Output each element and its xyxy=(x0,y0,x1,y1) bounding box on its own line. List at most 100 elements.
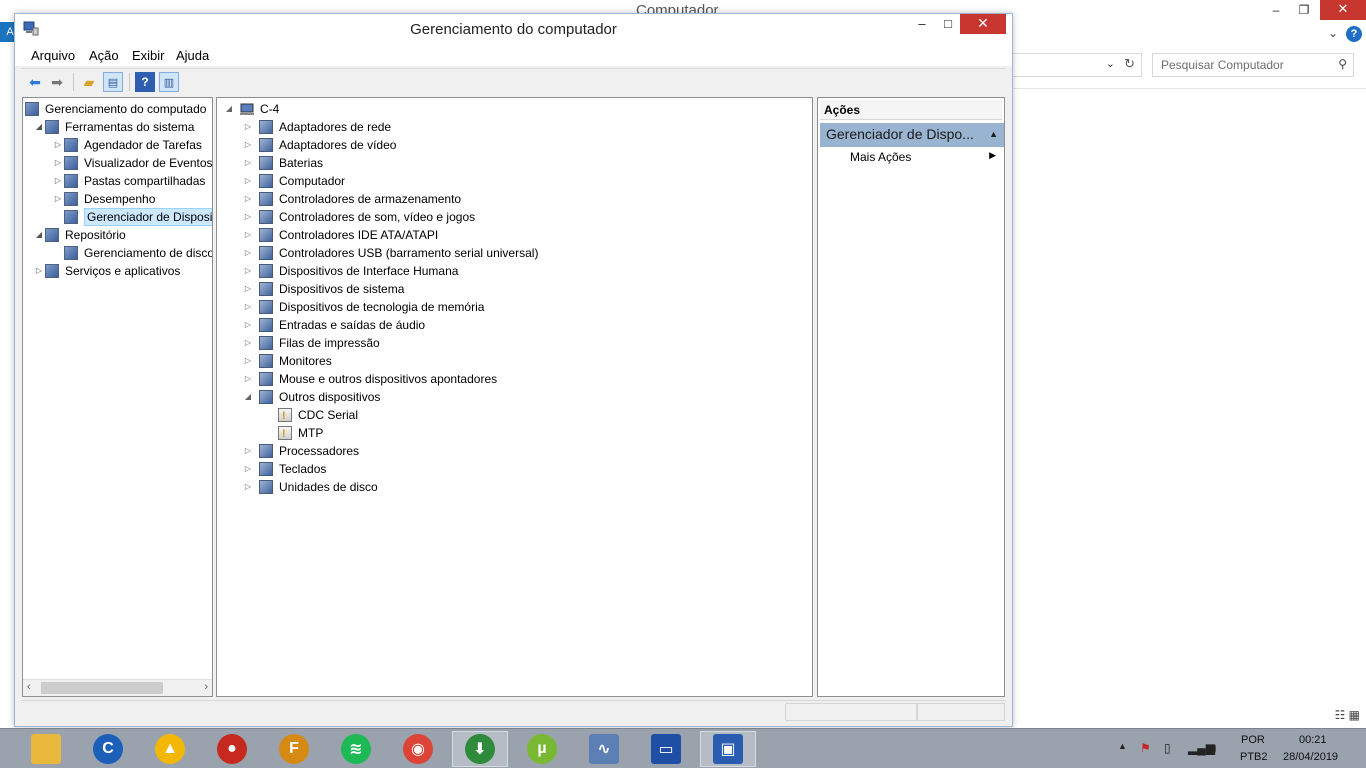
expand-icon[interactable]: ▷ xyxy=(242,190,254,208)
expand-icon[interactable]: ▷ xyxy=(242,316,254,334)
background-close-button[interactable]: ✕ xyxy=(1320,0,1366,20)
expand-icon[interactable]: ▷ xyxy=(52,136,64,154)
search-placeholder: Pesquisar Computador xyxy=(1161,58,1284,72)
taskbar-app[interactable]: C xyxy=(80,731,136,767)
ide-controller-icon xyxy=(259,228,273,242)
network-adapter-icon xyxy=(259,120,273,134)
scroll-right-icon[interactable]: › xyxy=(204,681,208,693)
expand-icon[interactable]: ▷ xyxy=(242,298,254,316)
console-tree[interactable]: Gerenciamento do computado ◢ Ferramentas d… xyxy=(22,97,213,697)
forward-arrow-icon[interactable]: ➡ xyxy=(47,72,67,92)
expand-icon[interactable]: ▷ xyxy=(242,172,254,190)
device-label: Adaptadores de rede xyxy=(279,120,392,134)
computer-management-icon xyxy=(25,102,39,116)
taskbar-app[interactable]: ◉ xyxy=(390,731,446,767)
collapse-icon[interactable]: ◢ xyxy=(33,226,45,244)
taskbar-app[interactable]: ▲ xyxy=(142,731,198,767)
taskbar-app[interactable]: ≋ xyxy=(328,731,384,767)
expand-icon[interactable]: ▷ xyxy=(242,442,254,460)
background-minimize-button[interactable]: – xyxy=(1262,0,1290,22)
tree-item-label: Agendador de Tarefas xyxy=(84,138,202,152)
expand-icon[interactable]: ▷ xyxy=(242,478,254,496)
help-icon[interactable]: ? xyxy=(1346,26,1362,42)
maximize-button[interactable]: □ xyxy=(934,14,962,35)
tray-overflow-icon[interactable]: ▲ xyxy=(1118,741,1127,751)
menu-arquivo[interactable]: Arquivo xyxy=(31,48,75,63)
collapse-icon[interactable]: ◢ xyxy=(33,118,45,136)
menu-acao[interactable]: Ação xyxy=(89,48,119,63)
signal-icon[interactable]: ▂▄▆ xyxy=(1188,741,1215,755)
background-search-input[interactable]: Pesquisar Computador ⚲ xyxy=(1152,53,1354,77)
expand-icon[interactable]: ▷ xyxy=(52,190,64,208)
taskbar-app[interactable]: µ xyxy=(514,731,570,767)
clock-date[interactable]: 28/04/2019 xyxy=(1283,751,1338,763)
background-maximize-button[interactable]: ❐ xyxy=(1290,0,1318,22)
search-icon[interactable]: ⚲ xyxy=(1338,57,1347,71)
collapse-up-icon[interactable]: ▲ xyxy=(989,129,998,139)
expand-icon[interactable]: ▷ xyxy=(52,172,64,190)
expand-icon[interactable]: ▷ xyxy=(242,136,254,154)
collapse-icon[interactable]: ◢ xyxy=(223,100,235,118)
scroll-thumb[interactable] xyxy=(41,682,163,694)
spotify-icon: ≋ xyxy=(341,734,371,764)
expand-icon[interactable]: ▷ xyxy=(242,460,254,478)
background-address-bar[interactable]: ⌄ ↻ xyxy=(1012,53,1142,77)
device-root-label: C-4 xyxy=(260,102,280,116)
up-folder-icon[interactable]: ▰ xyxy=(79,72,99,92)
expand-icon[interactable]: ▷ xyxy=(242,226,254,244)
fl-studio-icon: F xyxy=(279,734,309,764)
help-icon[interactable]: ? xyxy=(135,72,155,92)
menu-exibir[interactable]: Exibir xyxy=(132,48,165,63)
submenu-arrow-icon[interactable]: ▶ xyxy=(989,150,996,161)
taskbar-app[interactable] xyxy=(18,731,74,767)
file-explorer-icon xyxy=(31,734,61,764)
scroll-left-icon[interactable]: ‹ xyxy=(27,681,31,693)
shared-folder-icon xyxy=(64,174,78,188)
actions-section-device-manager[interactable]: Gerenciador de Dispo... ▲ xyxy=(820,123,1004,147)
expand-icon[interactable]: ▷ xyxy=(242,118,254,136)
expand-icon[interactable]: ▷ xyxy=(52,154,64,172)
keyboard-layout-indicator[interactable]: PTB2 xyxy=(1240,751,1268,763)
battery-icon[interactable]: ▯ xyxy=(1164,741,1171,755)
expand-icon[interactable]: ▷ xyxy=(242,244,254,262)
menu-ajuda[interactable]: Ajuda xyxy=(176,48,209,63)
back-arrow-icon[interactable]: ⬅ xyxy=(25,72,45,92)
ribbon-expand-icon[interactable]: ⌄ xyxy=(1328,26,1338,40)
divider xyxy=(1012,88,1366,89)
tree-horizontal-scrollbar[interactable]: ‹ › xyxy=(23,679,212,696)
expand-icon[interactable]: ▷ xyxy=(242,370,254,388)
device-label: Dispositivos de Interface Humana xyxy=(279,264,459,278)
taskbar-app[interactable]: ▭ xyxy=(638,731,694,767)
device-label: Controladores USB (barramento serial uni… xyxy=(279,246,539,260)
flag-icon[interactable]: ⚑ xyxy=(1140,741,1151,755)
device-list[interactable]: ◢ C-4 ▷ Adaptadores de rede ▷ Adaptadores d… xyxy=(216,97,813,697)
disk-drive-icon xyxy=(259,480,273,494)
taskbar-app[interactable]: F xyxy=(266,731,322,767)
show-hide-action-pane-icon[interactable]: ▥ xyxy=(159,72,179,92)
more-actions-item[interactable]: Mais Ações xyxy=(850,150,911,164)
minimize-button[interactable]: – xyxy=(908,14,936,35)
taskbar-app[interactable]: ⬇ xyxy=(452,731,508,767)
expand-icon[interactable]: ▷ xyxy=(242,154,254,172)
close-button[interactable]: ✕ xyxy=(960,14,1006,34)
expand-icon[interactable]: ▷ xyxy=(242,280,254,298)
expand-icon[interactable]: ▷ xyxy=(242,334,254,352)
volume-icon[interactable]: 🔈︎ xyxy=(1212,741,1219,756)
expand-icon[interactable]: ▷ xyxy=(242,352,254,370)
taskbar-app[interactable]: ▣ xyxy=(700,731,756,767)
expand-icon[interactable]: ▷ xyxy=(242,262,254,280)
window-app-icon: ▭ xyxy=(651,734,681,764)
expand-icon[interactable]: ▷ xyxy=(242,208,254,226)
language-indicator[interactable]: POR xyxy=(1241,734,1265,746)
view-toggle-icons[interactable]: ☷ ▦ xyxy=(1335,708,1360,722)
refresh-icon[interactable]: ↻ xyxy=(1124,56,1135,72)
audio-io-icon xyxy=(259,318,273,332)
taskbar-app[interactable]: ● xyxy=(204,731,260,767)
address-dropdown-icon[interactable]: ⌄ xyxy=(1106,57,1115,70)
show-hide-tree-icon[interactable]: ▤ xyxy=(103,72,123,92)
device-label: Unidades de disco xyxy=(279,480,378,494)
collapse-icon[interactable]: ◢ xyxy=(242,388,254,406)
expand-icon[interactable]: ▷ xyxy=(33,262,45,280)
taskbar-app[interactable]: ∿ xyxy=(576,731,632,767)
clock-time[interactable]: 00:21 xyxy=(1299,734,1327,746)
